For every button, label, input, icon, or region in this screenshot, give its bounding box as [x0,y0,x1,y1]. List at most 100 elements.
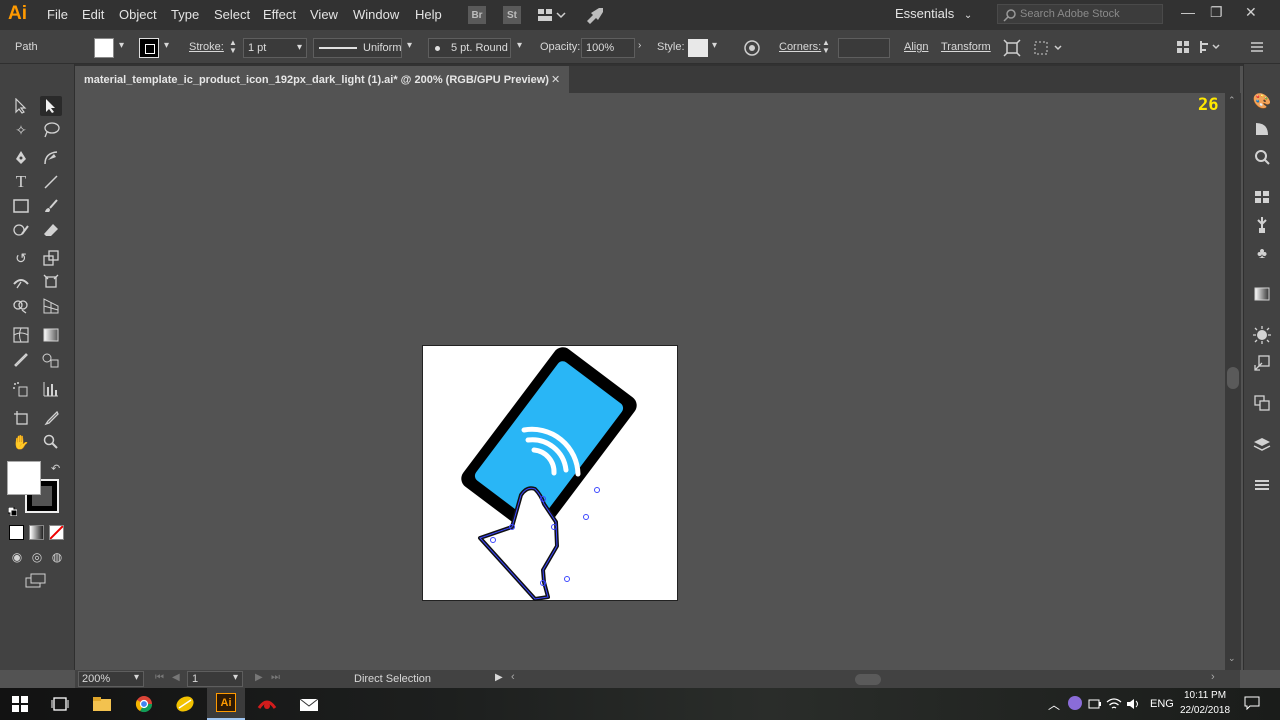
brush-select[interactable]: 5 pt. Round [428,38,511,58]
properties-icon[interactable] [1249,146,1275,168]
menu-effect[interactable]: Effect [263,7,296,22]
prev-artboard-icon[interactable]: ◀ [172,672,180,683]
selection-tool-icon[interactable] [10,96,32,116]
puppet-warp-icon[interactable] [1033,39,1065,57]
horizontal-scroll-thumb[interactable] [855,674,881,685]
scrollbar-thumb[interactable] [1227,367,1239,389]
transform-link[interactable]: Transform [941,41,991,53]
next-artboard-icon[interactable]: ▶ [255,672,263,683]
status-menu-arrow-icon[interactable]: ▶ [495,672,503,683]
menu-window[interactable]: Window [353,7,399,22]
battery-icon[interactable] [1088,697,1102,709]
stroke-stepper[interactable]: ▲ ▼ [229,39,239,57]
shape-builder-tool-icon[interactable] [10,296,32,316]
task-view-icon[interactable] [50,694,70,714]
panel-menu-icon[interactable] [1250,40,1264,54]
slice-tool-icon[interactable] [40,408,62,428]
chevron-down-icon[interactable]: ▾ [164,40,169,51]
bridge-icon[interactable]: Br [468,6,486,24]
zoom-tool-icon[interactable] [40,432,62,452]
color-panel-icon[interactable]: 🎨 [1249,90,1275,112]
chevron-right-icon[interactable]: › [638,40,641,51]
blend-tool-icon[interactable] [40,350,62,370]
lasso-tool-icon[interactable] [40,120,62,140]
color-mode-icon[interactable] [9,525,24,540]
minimize-icon[interactable]: — [1181,4,1195,20]
last-artboard-icon[interactable]: ⏭ [271,672,280,683]
chevron-down-icon[interactable]: ▾ [712,40,717,51]
change-screen-mode-icon[interactable] [25,573,49,589]
rectangle-tool-icon[interactable] [10,196,32,216]
graphic-style-swatch[interactable] [688,39,708,57]
corners-field[interactable] [838,38,890,58]
draw-behind-icon[interactable]: ◎ [26,547,48,567]
fill-swatch[interactable] [94,38,114,58]
more-panels-icon[interactable] [1249,474,1275,496]
volume-icon[interactable] [1126,697,1140,709]
column-graph-tool-icon[interactable] [40,379,62,399]
input-language[interactable]: ENG [1150,698,1174,710]
layers-icon[interactable] [1249,434,1275,456]
direct-selection-tool-icon[interactable] [40,96,62,116]
symbols-icon[interactable]: ♣ [1249,242,1275,264]
scroll-up-icon[interactable]: ⌃ [1228,95,1236,106]
tab-close-icon[interactable]: ✕ [551,73,560,86]
artboard[interactable] [422,345,678,601]
mail-icon[interactable] [299,694,319,714]
symbol-sprayer-tool-icon[interactable] [10,379,32,399]
distribute-icon[interactable] [1199,40,1223,54]
scroll-right-icon[interactable]: › [1211,671,1215,683]
media-app-icon[interactable] [257,694,277,714]
pen-tool-icon[interactable] [10,148,32,168]
gpu-performance-icon[interactable] [585,6,605,24]
artboard-number-select[interactable]: 1 ▾ [187,671,243,687]
export-asset-icon[interactable] [1249,352,1275,374]
eraser-tool-icon[interactable] [40,220,62,240]
perspective-grid-tool-icon[interactable] [40,296,62,316]
show-hidden-icons-icon[interactable]: ︿ [1048,696,1060,713]
swatches-icon[interactable] [1249,186,1275,208]
workspace-switcher[interactable]: Essentials ⌄ [895,6,972,21]
hand-tool-icon[interactable]: ✋ [10,432,32,452]
product-icon-artwork[interactable] [423,346,679,602]
document-tab[interactable]: material_template_ic_product_icon_192px_… [75,66,569,93]
illustrator-taskbar-button[interactable]: Ai [207,688,245,720]
corners-label[interactable]: Corners: [779,41,821,53]
clock-date[interactable]: 22/02/2018 [1180,705,1230,716]
mesh-tool-icon[interactable] [10,325,32,345]
gradient-mode-icon[interactable] [29,525,44,540]
curvature-tool-icon[interactable] [40,148,62,168]
stroke-weight-field[interactable]: 1 pt ▾ [243,38,307,58]
stock-icon[interactable]: St [503,6,521,24]
magic-wand-tool-icon[interactable]: ✧ [10,120,32,140]
stroke-swatch[interactable] [139,38,159,58]
tray-app-icon[interactable] [1068,696,1082,710]
scale-tool-icon[interactable] [40,248,62,268]
artboards-panel-icon[interactable] [1249,392,1275,414]
opacity-field[interactable]: 100% [581,38,635,58]
menu-select[interactable]: Select [214,7,250,22]
rotate-tool-icon[interactable]: ↺ [10,248,32,268]
draw-normal-icon[interactable]: ◉ [6,547,28,567]
windows-start-icon[interactable] [10,694,30,714]
restore-icon[interactable]: ❐ [1210,4,1223,21]
network-icon[interactable] [1106,697,1122,709]
type-tool-icon[interactable]: T [10,172,32,192]
chevron-down-icon[interactable]: ▾ [407,40,412,51]
color-guide-icon[interactable] [1249,118,1275,140]
menu-edit[interactable]: Edit [82,7,104,22]
line-segment-tool-icon[interactable] [40,172,62,192]
menu-help[interactable]: Help [415,7,442,22]
chevron-down-icon[interactable]: ▾ [119,40,124,51]
free-transform-tool-icon[interactable] [40,272,62,292]
menu-view[interactable]: View [310,7,338,22]
appearance-icon[interactable] [1249,324,1275,346]
brushes-icon[interactable] [1249,214,1275,236]
align-link[interactable]: Align [904,41,928,53]
menu-file[interactable]: File [47,7,68,22]
sticky-notes-icon[interactable] [175,694,195,714]
shaper-tool-icon[interactable] [10,220,32,240]
stroke-label[interactable]: Stroke: [189,41,224,53]
align-grid-icon[interactable] [1176,40,1190,54]
gradient-tool-icon[interactable] [40,325,62,345]
